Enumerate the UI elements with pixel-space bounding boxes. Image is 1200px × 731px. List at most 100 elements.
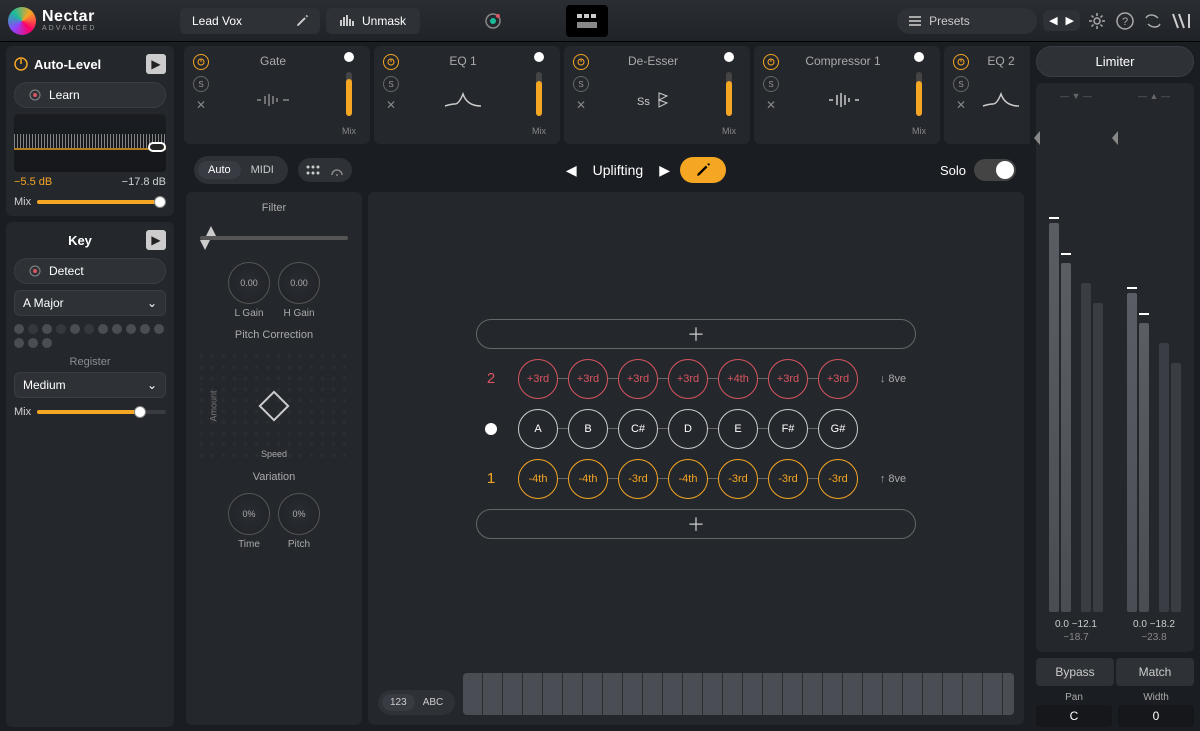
meter-handle[interactable] xyxy=(1034,131,1040,145)
presets-button[interactable]: Presets xyxy=(897,8,1037,34)
solo-icon[interactable]: S xyxy=(383,76,399,92)
filter-range-slider[interactable] xyxy=(200,226,348,250)
note-circle[interactable]: C# xyxy=(618,409,658,449)
note-circle[interactable]: F# xyxy=(768,409,808,449)
time-knob[interactable]: 0% xyxy=(228,493,270,535)
tab-assistant-icon[interactable] xyxy=(472,5,514,37)
tab-modules-icon[interactable] xyxy=(566,5,608,37)
fader-thumb[interactable] xyxy=(914,52,924,62)
fader-thumb[interactable] xyxy=(344,52,354,62)
izotope-logo-icon[interactable] xyxy=(1170,10,1192,32)
note-circle[interactable]: G# xyxy=(818,409,858,449)
power-icon[interactable] xyxy=(953,54,969,70)
detect-button[interactable]: Detect xyxy=(14,258,166,284)
note-circle[interactable]: +3rd xyxy=(518,359,558,399)
note-circle[interactable]: -4th xyxy=(568,459,608,499)
note-circle[interactable]: +4th xyxy=(718,359,758,399)
width-value[interactable]: 0 xyxy=(1118,705,1194,727)
filter-high-handle[interactable] xyxy=(200,226,210,240)
harmony-next-icon[interactable]: ▶ xyxy=(659,162,670,179)
lgain-knob[interactable]: 0.00 xyxy=(228,262,270,304)
close-icon[interactable]: ✕ xyxy=(196,98,206,112)
note-circle[interactable]: D xyxy=(668,409,708,449)
hgain-knob[interactable]: 0.00 xyxy=(278,262,320,304)
module-eq-2[interactable]: S✕EQ 2 xyxy=(944,46,1030,144)
autolevel-mix-slider[interactable] xyxy=(37,200,166,204)
mix-fader[interactable] xyxy=(536,72,542,116)
close-icon[interactable]: ✕ xyxy=(956,98,966,112)
harmony-prev-icon[interactable]: ◀ xyxy=(566,162,577,179)
note-circle[interactable]: +3rd xyxy=(818,359,858,399)
key-mix-slider[interactable] xyxy=(37,410,166,414)
solo-icon[interactable]: S xyxy=(763,76,779,92)
solo-icon[interactable]: S xyxy=(953,76,969,92)
mode-midi-button[interactable]: MIDI xyxy=(241,161,284,179)
preset-next-icon[interactable]: ▶ xyxy=(1066,14,1074,27)
power-icon[interactable] xyxy=(14,57,28,71)
note-circle[interactable]: E xyxy=(718,409,758,449)
key-expand-icon[interactable]: ▶ xyxy=(146,230,166,250)
module-gate[interactable]: S✕GateMix xyxy=(184,46,370,144)
fader-thumb[interactable] xyxy=(534,52,544,62)
add-voice-bottom-button[interactable]: ＋ xyxy=(476,509,916,539)
power-icon[interactable] xyxy=(573,54,589,70)
meter-handle[interactable] xyxy=(1112,131,1118,145)
voice2-label[interactable]: 2 xyxy=(474,370,508,387)
note-circle[interactable]: -3rd xyxy=(768,459,808,499)
bypass-button[interactable]: Bypass xyxy=(1036,658,1114,686)
power-icon[interactable] xyxy=(383,54,399,70)
mode-abc-button[interactable]: ABC xyxy=(415,694,452,711)
pitch-knob[interactable]: 0% xyxy=(278,493,320,535)
note-circle[interactable]: +3rd xyxy=(668,359,708,399)
solo-icon[interactable]: S xyxy=(193,76,209,92)
register-select[interactable]: Medium ⌄ xyxy=(14,372,166,398)
autolevel-expand-icon[interactable]: ▶ xyxy=(146,54,166,74)
close-icon[interactable]: ✕ xyxy=(576,98,586,112)
add-voice-top-button[interactable]: ＋ xyxy=(476,319,916,349)
threshold-handle[interactable] xyxy=(148,142,166,152)
close-icon[interactable]: ✕ xyxy=(766,98,776,112)
note-circle[interactable]: +3rd xyxy=(768,359,808,399)
note-circle[interactable]: B xyxy=(568,409,608,449)
mix-fader[interactable] xyxy=(726,72,732,116)
solo-toggle[interactable]: Solo xyxy=(940,159,1016,181)
power-icon[interactable] xyxy=(763,54,779,70)
note-circle[interactable]: A xyxy=(518,409,558,449)
module-compressor-1[interactable]: S✕Compressor 1Mix xyxy=(754,46,940,144)
octave-down-button[interactable]: ↓ 8ve xyxy=(868,373,918,385)
note-circle[interactable]: -4th xyxy=(518,459,558,499)
key-dots[interactable] xyxy=(14,324,166,348)
octave-up-button[interactable]: ↑ 8ve xyxy=(868,473,918,485)
track-name-field[interactable]: Lead Vox xyxy=(180,8,320,34)
module-eq-1[interactable]: S✕EQ 1Mix xyxy=(374,46,560,144)
radar-icon[interactable] xyxy=(330,163,344,177)
pitch-xy-pad[interactable]: Amount Speed xyxy=(196,351,352,461)
grid-icon[interactable] xyxy=(306,165,320,175)
mode-123-button[interactable]: 123 xyxy=(382,694,415,711)
edit-button[interactable] xyxy=(680,157,726,183)
gear-icon[interactable] xyxy=(1086,10,1108,32)
limiter-button[interactable]: Limiter xyxy=(1036,46,1194,77)
close-icon[interactable]: ✕ xyxy=(386,98,396,112)
note-circle[interactable]: -3rd xyxy=(718,459,758,499)
autolevel-waveform[interactable] xyxy=(14,114,166,172)
piano-keyboard[interactable] xyxy=(463,673,1014,715)
pencil-icon[interactable] xyxy=(296,15,308,27)
fader-thumb[interactable] xyxy=(724,52,734,62)
preset-prev-icon[interactable]: ◀ xyxy=(1049,14,1057,27)
note-circle[interactable]: -3rd xyxy=(618,459,658,499)
module-strip[interactable]: S✕GateMixS✕EQ 1MixS✕De-EsserSsMixS✕Compr… xyxy=(180,42,1030,148)
scale-select[interactable]: A Major ⌄ xyxy=(14,290,166,316)
pan-value[interactable]: C xyxy=(1036,705,1112,727)
note-circle[interactable]: -4th xyxy=(668,459,708,499)
module-de-esser[interactable]: S✕De-EsserSsMix xyxy=(564,46,750,144)
voice1-label[interactable]: 1 xyxy=(474,470,508,487)
harmony-preset-name[interactable]: Uplifting xyxy=(593,162,644,178)
pitch-handle[interactable] xyxy=(258,390,289,421)
learn-button[interactable]: Learn xyxy=(14,82,166,108)
mix-fader[interactable] xyxy=(916,72,922,116)
match-button[interactable]: Match xyxy=(1116,658,1194,686)
power-icon[interactable] xyxy=(193,54,209,70)
note-circle[interactable]: +3rd xyxy=(568,359,608,399)
help-icon[interactable]: ? xyxy=(1114,10,1136,32)
